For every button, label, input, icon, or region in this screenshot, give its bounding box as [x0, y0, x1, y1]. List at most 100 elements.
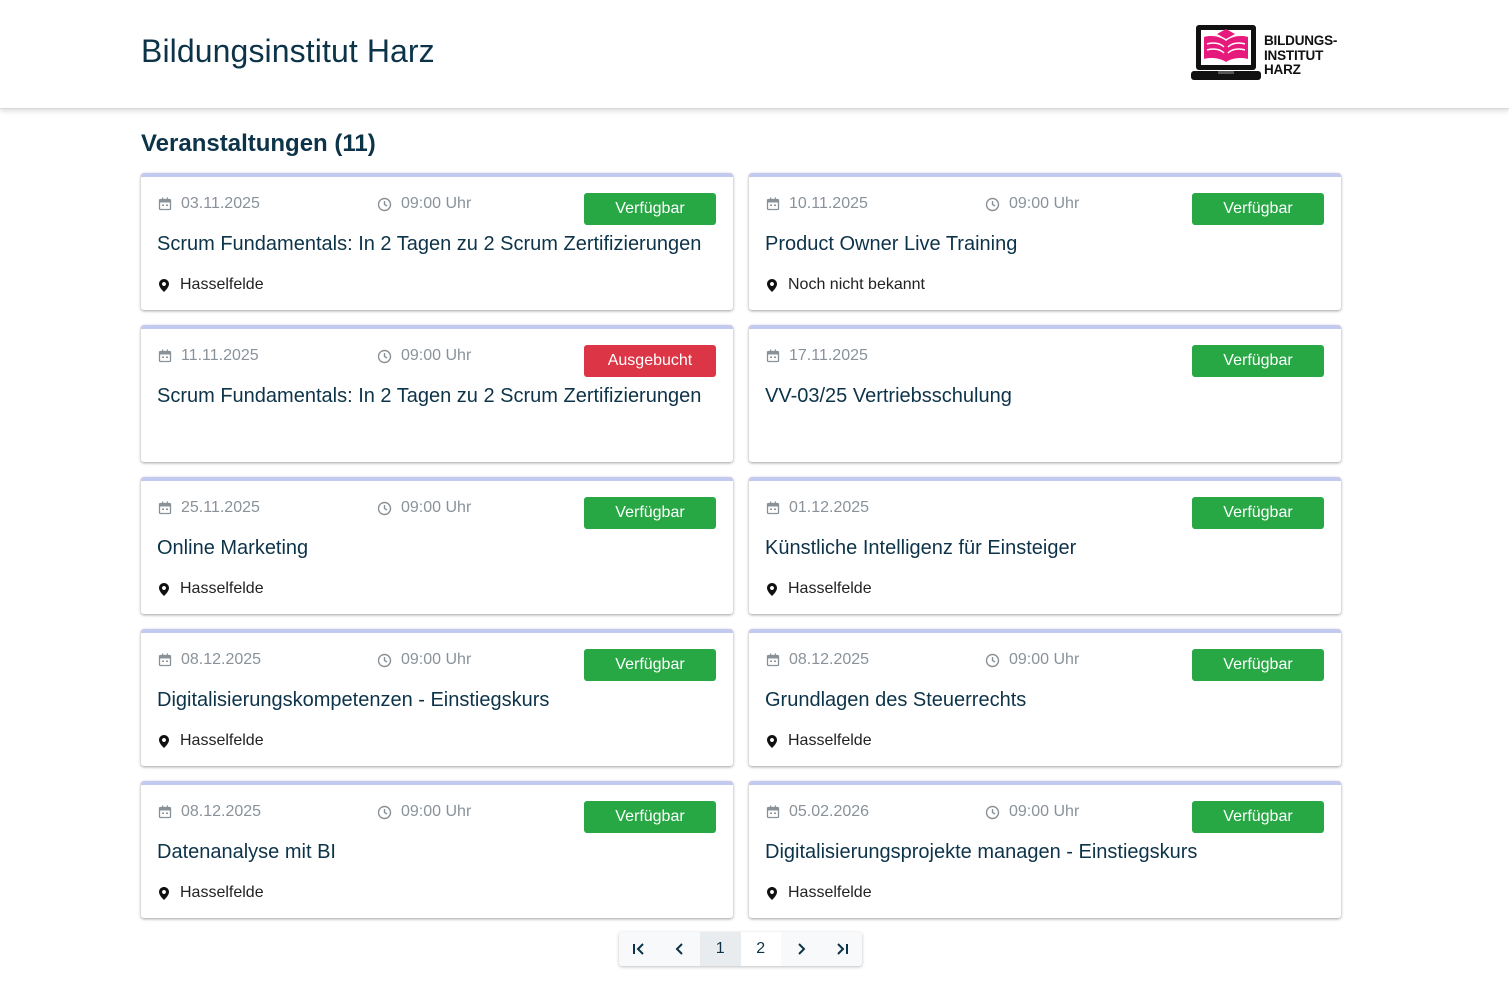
event-location-text: Hasselfelde	[788, 732, 872, 749]
calendar-icon	[766, 349, 780, 363]
event-date-text: 10.11.2025	[789, 195, 868, 212]
event-date: 10.11.2025	[766, 195, 868, 213]
clock-icon	[377, 197, 392, 211]
event-title[interactable]: Scrum Fundamentals: In 2 Tagen zu 2 Scru…	[157, 385, 701, 408]
event-location-text: Hasselfelde	[180, 884, 264, 901]
calendar-icon	[158, 197, 172, 211]
logo-text: BILDUNGS- INSTITUT HARZ	[1264, 33, 1338, 78]
event-title[interactable]: Scrum Fundamentals: In 2 Tagen zu 2 Scru…	[157, 233, 701, 256]
clock-icon	[985, 653, 1000, 667]
event-date-text: 25.11.2025	[181, 499, 260, 516]
event-location-text: Hasselfelde	[788, 884, 872, 901]
page-2-button[interactable]: 2	[740, 932, 781, 966]
event-title[interactable]: Product Owner Live Training	[765, 233, 1017, 256]
event-card[interactable]: 11.11.2025 09:00 Uhr Ausgebucht Scrum Fu…	[141, 325, 733, 462]
event-title[interactable]: Grundlagen des Steuerrechts	[765, 689, 1026, 712]
event-card[interactable]: 08.12.2025 09:00 Uhr Verfügbar Datenanal…	[141, 781, 733, 918]
first-page-icon	[633, 943, 644, 955]
calendar-icon	[766, 501, 780, 515]
event-card[interactable]: 05.02.2026 09:00 Uhr Verfügbar Digitalis…	[749, 781, 1341, 918]
event-date-text: 11.11.2025	[181, 347, 259, 364]
event-time-text: 09:00 Uhr	[401, 195, 472, 212]
event-time: 09:00 Uhr	[377, 499, 471, 517]
event-card[interactable]: 10.11.2025 09:00 Uhr Verfügbar Product O…	[749, 173, 1341, 310]
calendar-icon	[158, 349, 172, 363]
event-time-text: 09:00 Uhr	[1009, 803, 1080, 820]
event-title[interactable]: Datenanalyse mit BI	[157, 841, 336, 864]
event-card[interactable]: 08.12.2025 09:00 Uhr Verfügbar Grundlage…	[749, 629, 1341, 766]
site-logo[interactable]: BILDUNGS- INSTITUT HARZ	[1190, 22, 1350, 84]
clock-icon	[377, 349, 392, 363]
event-time: 09:00 Uhr	[377, 803, 471, 821]
clock-icon	[377, 653, 392, 667]
event-card[interactable]: 25.11.2025 09:00 Uhr Verfügbar Online Ma…	[141, 477, 733, 614]
map-pin-icon	[159, 582, 169, 596]
event-title[interactable]: Künstliche Intelligenz für Einsteiger	[765, 537, 1076, 560]
calendar-icon	[766, 653, 780, 667]
status-badge: Verfügbar	[584, 649, 716, 681]
logo-line-1: BILDUNGS-	[1264, 33, 1338, 48]
map-pin-icon	[159, 278, 169, 292]
event-card[interactable]: 01.12.2025 Verfügbar Künstliche Intellig…	[749, 477, 1341, 614]
event-location: Hasselfelde	[159, 580, 264, 598]
event-date: 03.11.2025	[158, 195, 260, 213]
event-time: 09:00 Uhr	[377, 651, 471, 669]
first-page-button[interactable]	[619, 932, 660, 966]
event-date: 08.12.2025	[158, 651, 261, 669]
logo-line-3: HARZ	[1264, 62, 1301, 77]
event-date: 11.11.2025	[158, 347, 259, 365]
status-badge: Verfügbar	[584, 801, 716, 833]
event-time-text: 09:00 Uhr	[401, 499, 472, 516]
event-title[interactable]: VV-03/25 Vertriebsschulung	[765, 385, 1012, 408]
event-card[interactable]: 17.11.2025 Verfügbar VV-03/25 Vertriebss…	[749, 325, 1341, 462]
event-date-text: 05.02.2026	[789, 803, 870, 820]
event-date: 17.11.2025	[766, 347, 868, 365]
status-badge: Verfügbar	[1192, 801, 1324, 833]
event-date: 25.11.2025	[158, 499, 260, 517]
map-pin-icon	[159, 734, 169, 748]
event-title[interactable]: Digitalisierungsprojekte managen - Einst…	[765, 841, 1197, 864]
event-time: 09:00 Uhr	[985, 803, 1079, 821]
event-location-text: Hasselfelde	[180, 276, 264, 293]
last-page-button[interactable]	[822, 932, 863, 966]
calendar-icon	[766, 197, 780, 211]
status-badge: Verfügbar	[1192, 649, 1324, 681]
status-badge: Verfügbar	[1192, 497, 1324, 529]
event-date-text: 08.12.2025	[789, 651, 870, 668]
event-date: 08.12.2025	[766, 651, 869, 669]
clock-icon	[985, 197, 1000, 211]
clock-icon	[377, 501, 392, 515]
event-date: 05.02.2026	[766, 803, 869, 821]
event-date-text: 01.12.2025	[789, 499, 870, 516]
previous-page-button[interactable]	[660, 932, 701, 966]
event-location: Hasselfelde	[767, 884, 872, 902]
status-badge: Verfügbar	[1192, 193, 1324, 225]
event-date-text: 17.11.2025	[789, 347, 868, 364]
calendar-icon	[158, 653, 172, 667]
map-pin-icon	[159, 886, 169, 900]
event-date-text: 08.12.2025	[181, 803, 262, 820]
event-time: 09:00 Uhr	[985, 195, 1079, 213]
page-1-button[interactable]: 1	[700, 932, 741, 966]
event-location-text: Hasselfelde	[788, 580, 872, 597]
chevron-left-icon	[675, 943, 683, 955]
event-location: Hasselfelde	[159, 276, 264, 294]
event-title[interactable]: Online Marketing	[157, 537, 308, 560]
event-location-text: Hasselfelde	[180, 732, 264, 749]
event-date-text: 03.11.2025	[181, 195, 260, 212]
event-card[interactable]: 08.12.2025 09:00 Uhr Verfügbar Digitalis…	[141, 629, 733, 766]
status-badge: Ausgebucht	[584, 345, 716, 377]
last-page-icon	[837, 943, 848, 955]
event-title[interactable]: Digitalisierungskompetenzen - Einstiegsk…	[157, 689, 549, 712]
next-page-button[interactable]	[781, 932, 822, 966]
event-card[interactable]: 03.11.2025 09:00 Uhr Verfügbar Scrum Fun…	[141, 173, 733, 310]
clock-icon	[377, 805, 392, 819]
event-date: 08.12.2025	[158, 803, 261, 821]
event-time-text: 09:00 Uhr	[1009, 651, 1080, 668]
map-pin-icon	[767, 734, 777, 748]
clock-icon	[985, 805, 1000, 819]
site-header: Bildungsinstitut Harz BILDUNGS- INSTITUT…	[0, 0, 1509, 109]
logo-line-2: INSTITUT	[1264, 47, 1324, 63]
event-location: Hasselfelde	[159, 884, 264, 902]
event-time-text: 09:00 Uhr	[1009, 195, 1080, 212]
